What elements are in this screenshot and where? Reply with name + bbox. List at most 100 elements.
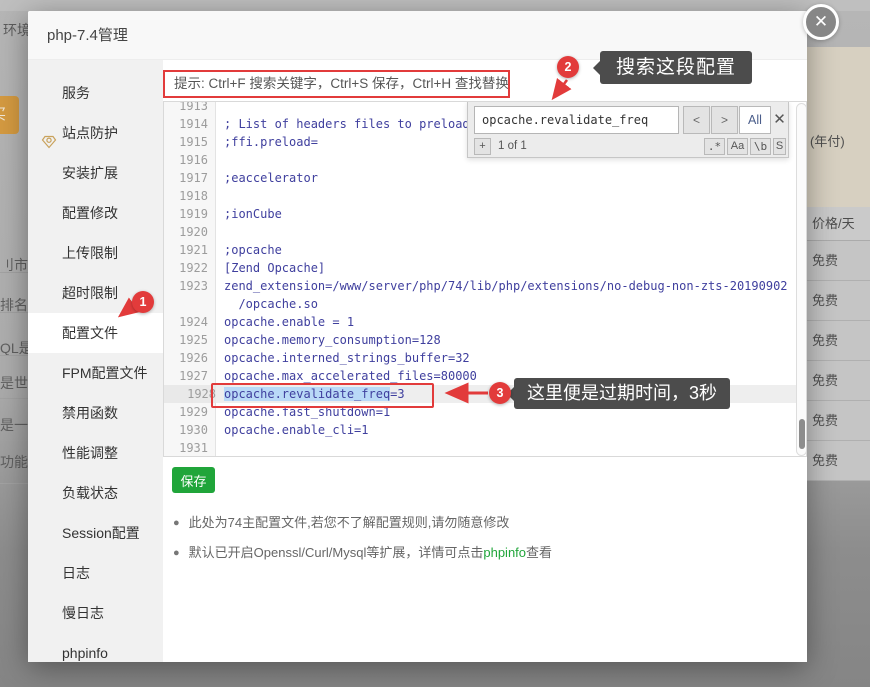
search-word-toggle[interactable]: \b	[750, 138, 771, 155]
code-line[interactable]	[216, 439, 806, 457]
sidebar-item-label: 性能调整	[62, 445, 118, 461]
main-content: 提示: Ctrl+F 搜索关键字，Ctrl+S 保存，Ctrl+H 查找替换! …	[163, 60, 807, 662]
save-button[interactable]: 保存	[172, 467, 215, 493]
sidebar-item-0[interactable]: 服务	[28, 73, 163, 113]
search-add-button[interactable]: +	[474, 138, 491, 155]
page-root: 环境 买 刂市面排名第QL是一是世界是一功能的 (年付) 价格/天 免费免费免费…	[0, 0, 870, 687]
background-annual-label: (年付)	[810, 131, 870, 150]
line-number: 1918	[164, 187, 208, 205]
line-number: 1924	[164, 313, 208, 331]
search-match-count: 1 of 1	[498, 138, 527, 155]
bullet-icon: ●	[173, 547, 180, 559]
sidebar-item-4[interactable]: 上传限制	[28, 233, 163, 273]
line-number: 1928	[164, 385, 216, 403]
line-number: 1925	[164, 331, 208, 349]
phpinfo-link[interactable]: phpinfo	[483, 545, 526, 560]
note-extensions: ●默认已开启Openssl/Curl/Mysql等扩展，详情可点击phpinfo…	[173, 542, 552, 561]
background-text-fragment: 是世界	[0, 373, 28, 393]
sidebar-item-12[interactable]: 日志	[28, 553, 163, 593]
background-divider	[0, 355, 28, 356]
search-close-icon[interactable]: ✕	[771, 106, 788, 134]
step-badge-2: 2	[557, 56, 579, 78]
background-divider	[0, 312, 28, 313]
line-number-gutter: 1913191419151916191719181919192019211922…	[164, 102, 216, 456]
sidebar-item-13[interactable]: 慢日志	[28, 593, 163, 633]
sidebar-item-label: 安装扩展	[62, 165, 118, 181]
dialog-title: php-7.4管理	[47, 11, 128, 60]
background-table-cell: 免费	[807, 281, 870, 321]
line-number: 1919	[164, 205, 208, 223]
sidebar-item-8[interactable]: 禁用函数	[28, 393, 163, 433]
code-line[interactable]: opcache.enable_cli=1	[216, 421, 806, 439]
sidebar-item-10[interactable]: 负载状态	[28, 473, 163, 513]
line-number: 1921	[164, 241, 208, 259]
line-number: 1930	[164, 421, 208, 439]
background-table-cell: 免费	[807, 241, 870, 281]
code-line[interactable]: ;opcache	[216, 241, 806, 259]
background-beige-panel	[807, 47, 870, 207]
background-table-header: 价格/天	[807, 207, 870, 241]
sidebar-item-3[interactable]: 配置修改	[28, 193, 163, 233]
background-text-fragment: 是一	[0, 415, 28, 435]
highlight-red-box	[211, 383, 434, 408]
sidebar-item-label: 服务	[62, 85, 90, 101]
code-line[interactable]: zend_extension=/www/server/php/74/lib/ph…	[216, 277, 806, 295]
php-manage-dialog: php-7.4管理 服务站点防护安装扩展配置修改上传限制超时限制配置文件FPM配…	[28, 11, 807, 662]
bullet-icon: ●	[173, 517, 180, 529]
sidebar-item-label: 禁用函数	[62, 405, 118, 421]
code-line[interactable]: [Zend Opcache]	[216, 259, 806, 277]
background-text-fragment: 功能的	[0, 452, 28, 472]
step-badge-1: 1	[132, 291, 154, 313]
code-line[interactable]	[216, 187, 806, 205]
sidebar-item-14[interactable]: phpinfo	[28, 633, 163, 673]
sidebar-item-2[interactable]: 安装扩展	[28, 153, 163, 193]
sidebar-item-1[interactable]: 站点防护	[28, 113, 163, 153]
search-input[interactable]	[474, 106, 679, 134]
search-panel: < > All ✕ + 1 of 1 .* Aa \b S	[467, 101, 789, 158]
code-line[interactable]: ;eaccelerator	[216, 169, 806, 187]
search-selection-toggle[interactable]: S	[773, 138, 786, 155]
search-all-button[interactable]: All	[739, 106, 771, 134]
sidebar-item-label: 上传限制	[62, 245, 118, 261]
step-badge-3: 3	[489, 382, 511, 404]
background-amber-button-fragment: 买	[0, 96, 19, 134]
code-line[interactable]: opcache.memory_consumption=128	[216, 331, 806, 349]
sidebar-item-11[interactable]: Session配置	[28, 513, 163, 553]
search-regex-toggle[interactable]: .*	[704, 138, 725, 155]
code-line[interactable]: opcache.interned_strings_buffer=32	[216, 349, 806, 367]
code-line[interactable]: opcache.enable = 1	[216, 313, 806, 331]
code-line[interactable]	[216, 223, 806, 241]
background-table-cell: 免费	[807, 401, 870, 441]
line-number: 1926	[164, 349, 208, 367]
sidebar-item-9[interactable]: 性能调整	[28, 433, 163, 473]
search-next-button[interactable]: >	[711, 106, 738, 134]
background-divider	[0, 398, 28, 399]
editor-scrollbar-track[interactable]	[796, 103, 807, 456]
gem-icon	[41, 125, 57, 141]
tooltip-expire-time: 这里便是过期时间，3秒	[514, 378, 730, 409]
line-number: 1929	[164, 403, 208, 421]
editor-scrollbar-thumb[interactable]	[799, 419, 805, 449]
sidebar-item-label: 负载状态	[62, 485, 118, 501]
code-line[interactable]: /opcache.so	[216, 295, 806, 313]
search-case-toggle[interactable]: Aa	[727, 138, 748, 155]
background-top-strip	[0, 0, 870, 11]
sidebar-item-6[interactable]: 配置文件	[28, 313, 163, 353]
line-number: 1914	[164, 115, 208, 133]
background-table-cell: 免费	[807, 321, 870, 361]
line-number: 1931	[164, 439, 208, 457]
line-number: 1917	[164, 169, 208, 187]
code-line[interactable]: ;ionCube	[216, 205, 806, 223]
background-divider	[0, 440, 28, 441]
note-config-warning: ●此处为74主配置文件,若您不了解配置规则,请勿随意修改	[173, 512, 509, 531]
search-prev-button[interactable]: <	[683, 106, 710, 134]
close-icon[interactable]: ✕	[803, 4, 839, 40]
sidebar-item-label: FPM配置文件	[62, 365, 148, 381]
sidebar-item-label: 日志	[62, 565, 90, 581]
line-number: 1920	[164, 223, 208, 241]
editor-hint: 提示: Ctrl+F 搜索关键字，Ctrl+S 保存，Ctrl+H 查找替换!	[163, 70, 510, 98]
sidebar-item-7[interactable]: FPM配置文件	[28, 353, 163, 393]
sidebar-item-label: 配置文件	[62, 325, 118, 341]
line-number: 1927	[164, 367, 208, 385]
sidebar-item-label: phpinfo	[62, 645, 108, 661]
